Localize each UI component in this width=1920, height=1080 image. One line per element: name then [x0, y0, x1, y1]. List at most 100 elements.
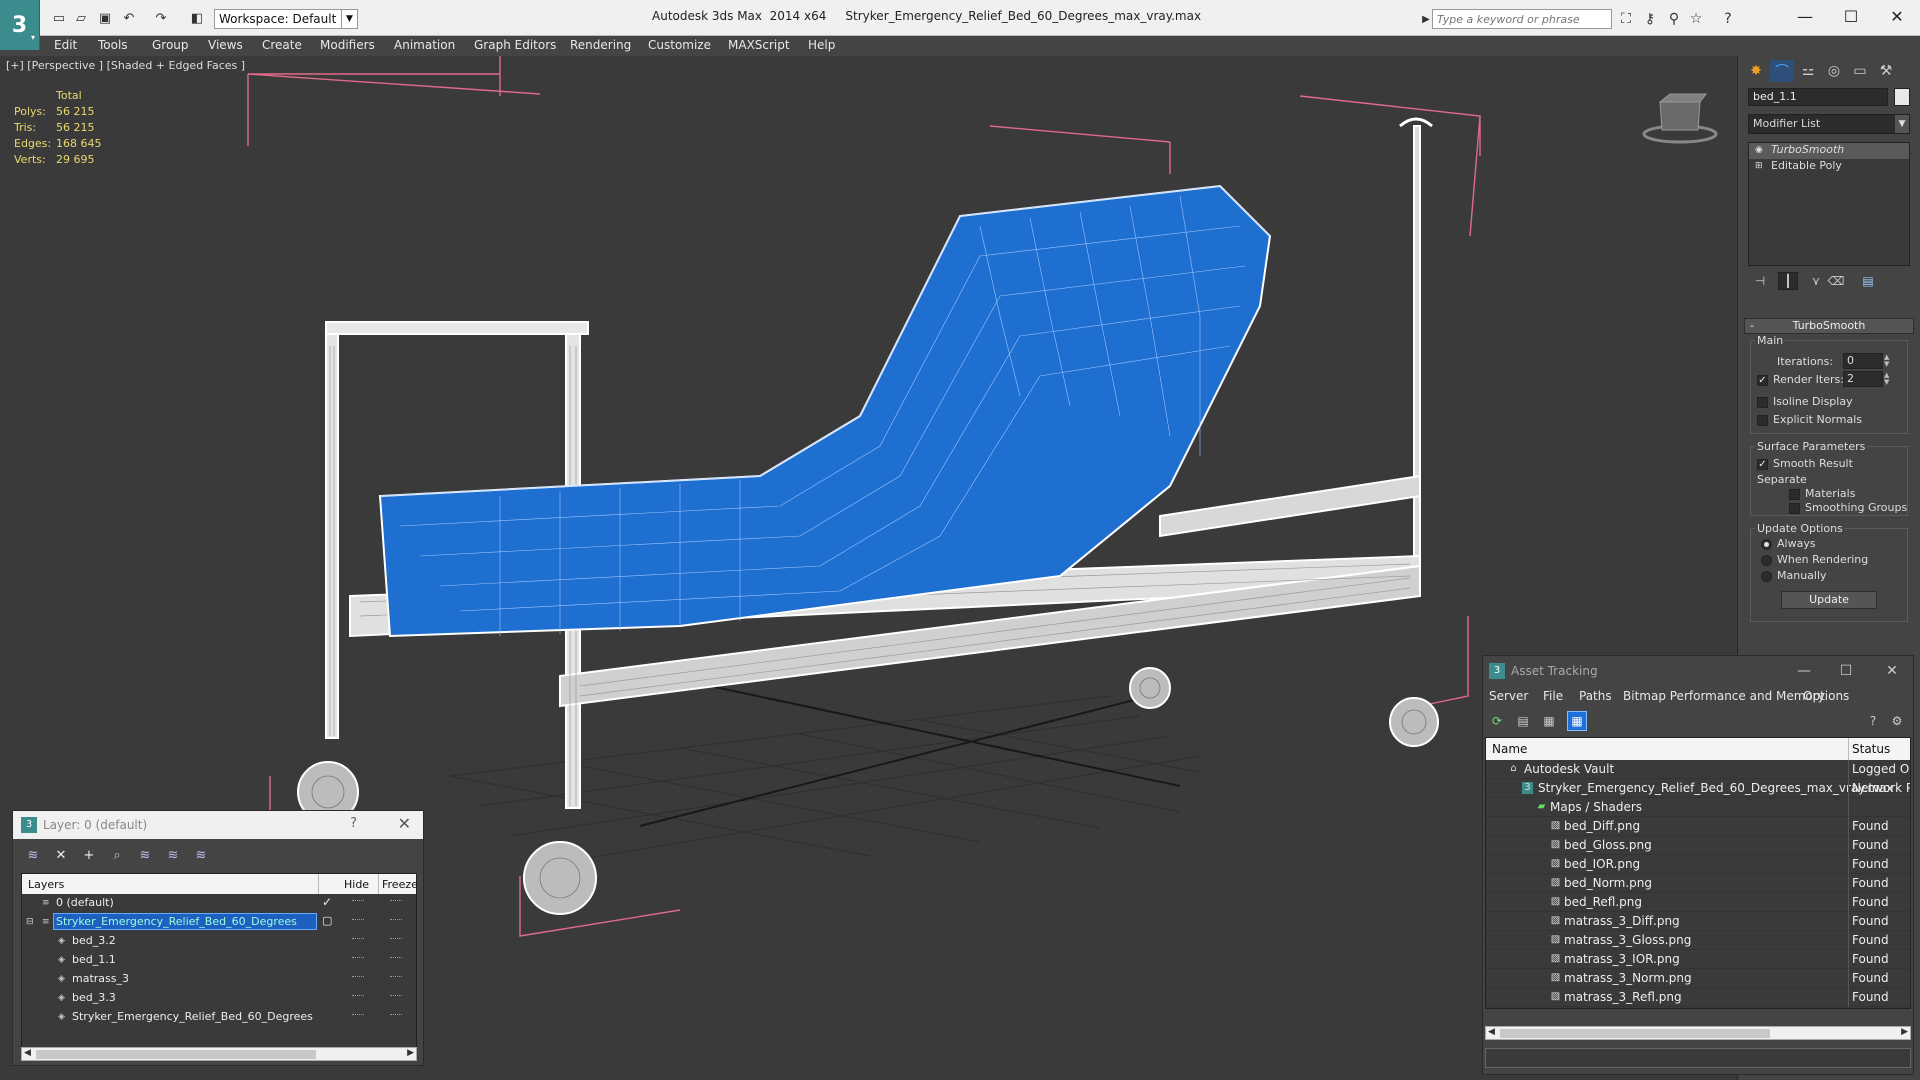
minimize-icon[interactable]: — [1789, 660, 1819, 682]
asset-row[interactable]: ▰ Maps / Shaders [1486, 798, 1910, 817]
create-tab-icon[interactable]: ✸ [1744, 60, 1768, 82]
close-icon[interactable]: ✕ [1874, 0, 1920, 32]
menu-help[interactable]: Help [808, 38, 835, 52]
new-file-icon[interactable]: ▭ [50, 9, 68, 27]
utilities-tab-icon[interactable]: ⚒ [1874, 60, 1898, 82]
scroll-thumb[interactable] [1500, 1029, 1770, 1038]
col-name[interactable]: Name [1492, 742, 1527, 756]
asset-row[interactable]: ▧ bed_Refl.png Found [1486, 893, 1910, 912]
materials-checkbox[interactable] [1789, 489, 1800, 500]
scroll-right-icon[interactable]: ▶ [1901, 1027, 1908, 1037]
modifier-list-dropdown[interactable]: Modifier List ▼ [1748, 114, 1910, 134]
save-file-icon[interactable]: ▣ [96, 9, 114, 27]
help-icon[interactable]: ? [1718, 9, 1738, 29]
show-end-result-icon[interactable]: ┃ [1778, 272, 1798, 290]
menu-server[interactable]: Server [1489, 689, 1528, 703]
menu-rendering[interactable]: Rendering [570, 38, 631, 52]
layer-row[interactable]: ⊟ ≡ Stryker_Emergency_Relief_Bed_60_Degr… [22, 913, 416, 932]
menu-group[interactable]: Group [152, 38, 189, 52]
smooth-result-checkbox[interactable]: ✓ [1757, 459, 1768, 470]
menu-options[interactable]: Options [1803, 689, 1849, 703]
help-icon[interactable]: ? [1863, 711, 1883, 731]
col-status[interactable]: Status [1852, 742, 1890, 756]
redo-icon[interactable]: ↷ [152, 9, 170, 27]
always-radio[interactable] [1761, 539, 1772, 550]
layer-dialog-titlebar[interactable]: 3 Layer: 0 (default) ? ✕ [13, 811, 423, 839]
menu-graph-editors[interactable]: Graph Editors [474, 38, 556, 52]
menu-paths[interactable]: Paths [1579, 689, 1612, 703]
thumbnail-view-icon[interactable]: ▦ [1539, 711, 1559, 731]
menu-animation[interactable]: Animation [394, 38, 455, 52]
remove-modifier-icon[interactable]: ⌫ [1826, 272, 1846, 290]
menu-customize[interactable]: Customize [648, 38, 711, 52]
favorites-star-icon[interactable]: ☆ [1686, 9, 1706, 29]
layer-row[interactable]: ◈ bed_3.2 [22, 932, 416, 951]
hide-all-layers-icon[interactable]: ≋ [163, 845, 183, 865]
col-hide[interactable]: Hide [344, 878, 369, 891]
hide-toggle[interactable] [352, 995, 364, 997]
expand-plus-icon[interactable]: ⊞ [1755, 161, 1765, 171]
table-view-icon[interactable]: ▦ [1567, 711, 1587, 731]
maximize-icon[interactable]: ☐ [1828, 0, 1874, 32]
col-freeze[interactable]: Freeze [382, 878, 418, 891]
asset-row[interactable]: ▧ matrass_3_Gloss.png Found [1486, 931, 1910, 950]
hide-toggle[interactable] [352, 1014, 364, 1016]
close-icon[interactable]: ✕ [1877, 660, 1907, 682]
freeze-toggle[interactable] [390, 900, 402, 902]
column-divider[interactable] [1848, 738, 1849, 760]
freeze-toggle[interactable] [390, 1014, 402, 1016]
undo-icon[interactable]: ↶ [120, 9, 138, 27]
col-layers[interactable]: Layers [28, 878, 64, 891]
hide-toggle[interactable] [352, 957, 364, 959]
asset-row[interactable]: ▧ bed_Gloss.png Found [1486, 836, 1910, 855]
viewcube-icon[interactable] [1640, 86, 1720, 146]
menu-edit[interactable]: Edit [54, 38, 77, 52]
asset-row[interactable]: 3 Stryker_Emergency_Relief_Bed_60_Degree… [1486, 779, 1910, 798]
layer-row[interactable]: ◈ bed_3.3 [22, 989, 416, 1008]
subscription-key-icon[interactable]: ⚷ [1640, 9, 1660, 29]
select-objects-icon[interactable]: ⌕ [107, 845, 127, 865]
pin-stack-icon[interactable]: ⊣ [1750, 272, 1770, 290]
stack-item-editable-poly[interactable]: ⊞ Editable Poly [1749, 159, 1909, 175]
layers-stack-icon[interactable]: ≋ [23, 845, 43, 865]
menu-maxscript[interactable]: MAXScript [728, 38, 790, 52]
freeze-toggle[interactable] [390, 919, 402, 921]
layer-row[interactable]: ◈ matrass_3 [22, 970, 416, 989]
project-folder-icon[interactable]: ◧ [188, 9, 206, 27]
render-iters-checkbox[interactable]: ✓ [1757, 375, 1768, 386]
manually-radio[interactable] [1761, 571, 1772, 582]
open-file-icon[interactable]: ▱ [72, 9, 90, 27]
column-divider[interactable] [378, 874, 379, 894]
spinner-arrows-icon[interactable]: ▲ ▼ [1884, 372, 1894, 386]
menu-modifiers[interactable]: Modifiers [320, 38, 375, 52]
menu-tools[interactable]: Tools [98, 38, 128, 52]
highlight-layer-icon[interactable]: ≋ [135, 845, 155, 865]
freeze-toggle[interactable] [390, 938, 402, 940]
scroll-right-icon[interactable]: ▶ [407, 1048, 414, 1058]
asset-row[interactable]: ▧ matrass_3_Diff.png Found [1486, 912, 1910, 931]
asset-row[interactable]: ▧ matrass_3_Norm.png Found [1486, 969, 1910, 988]
create-layer-icon[interactable]: + [79, 845, 99, 865]
communication-center-icon[interactable]: ⚲ [1664, 9, 1684, 29]
menu-bitmap-performance[interactable]: Bitmap Performance and Memory [1623, 689, 1825, 703]
context-help-icon[interactable]: ⚙ [1887, 711, 1907, 731]
asset-row[interactable]: ▧ matrass_3_Refl.png Found [1486, 988, 1910, 1007]
horizontal-scrollbar[interactable]: ◀ ▶ [21, 1047, 417, 1061]
stack-item-turbosmooth[interactable]: ◉ TurboSmooth [1749, 143, 1909, 159]
display-tab-icon[interactable]: ▭ [1848, 60, 1872, 82]
hide-toggle[interactable] [352, 976, 364, 978]
asset-row[interactable]: ⌂ Autodesk Vault Logged Ou [1486, 760, 1910, 779]
viewport-label[interactable]: [+] [Perspective ] [Shaded + Edged Faces… [6, 59, 245, 72]
make-unique-icon[interactable]: ⋎ [1806, 272, 1826, 290]
motion-tab-icon[interactable]: ◎ [1822, 60, 1846, 82]
modifier-stack[interactable]: ◉ TurboSmooth ⊞ Editable Poly [1748, 142, 1910, 266]
scroll-thumb[interactable] [36, 1050, 316, 1059]
layer-row[interactable]: ≡ 0 (default) ✓ [22, 894, 416, 913]
close-icon[interactable]: ✕ [398, 814, 411, 833]
hide-toggle[interactable] [352, 919, 364, 921]
object-color-swatch[interactable] [1894, 88, 1910, 106]
object-name-field[interactable]: bed_1.1 [1748, 88, 1888, 106]
horizontal-scrollbar[interactable]: ◀ ▶ [1485, 1026, 1911, 1040]
app-menu-button[interactable]: 3 ▾ [0, 0, 40, 50]
delete-layer-icon[interactable]: ✕ [51, 845, 71, 865]
